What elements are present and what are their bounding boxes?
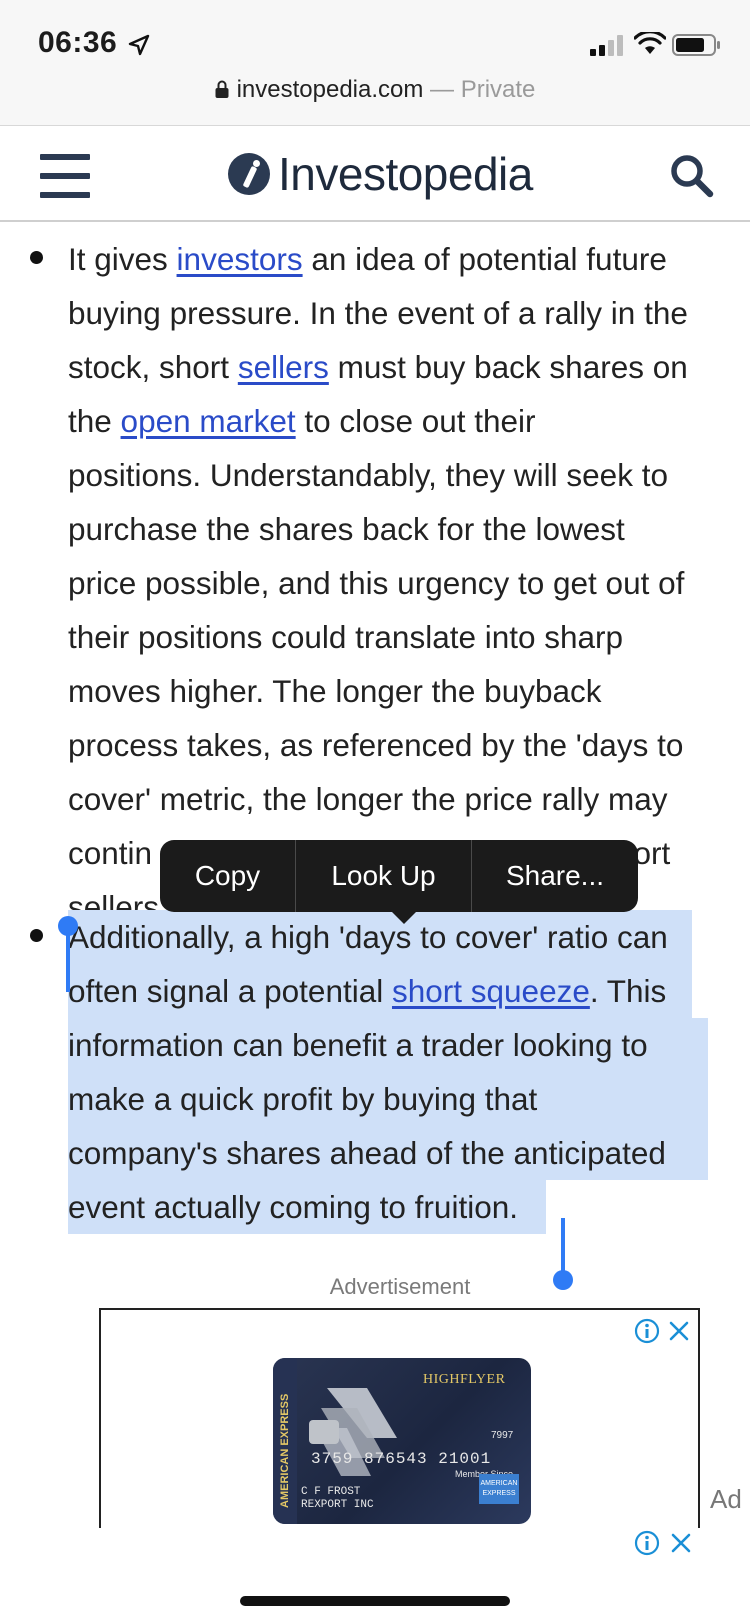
url-separator: —: [423, 76, 461, 103]
bullet-paragraph-2[interactable]: Additionally, a high 'days to cover' rat…: [68, 910, 750, 1234]
ad-tag: Ad: [710, 1484, 742, 1514]
credit-card-image: AMERICAN EXPRESS HIGHFLYER 7997 3759 876…: [273, 1358, 531, 1524]
ad-close-icon[interactable]: [666, 1318, 692, 1344]
card-code: 7997: [491, 1430, 514, 1441]
card-number: 3759 876543 21001: [311, 1450, 492, 1468]
text-line: their positions could translate into sha…: [68, 619, 624, 655]
url-domain: investopedia.com: [236, 76, 424, 103]
text-line: moves higher. The longer the buyback: [68, 673, 602, 709]
bullet-paragraph-1: It gives investors an idea of potential …: [68, 232, 750, 934]
hamburger-menu-icon[interactable]: [40, 154, 90, 198]
card-issuer: AMERICAN EXPRESS: [279, 1393, 291, 1508]
selection-end-handle[interactable]: [553, 1218, 573, 1290]
home-indicator[interactable]: [240, 1596, 510, 1606]
wifi-icon: [634, 32, 666, 54]
list-bullet: [30, 251, 43, 264]
ad-info-icon[interactable]: [634, 1530, 660, 1556]
article-body: It gives investors an idea of potential …: [0, 224, 750, 1274]
browsing-mode: Private: [460, 76, 536, 103]
text-line: information can benefit a trader looking…: [68, 1018, 750, 1072]
text-selection-menu: Copy Look Up Share...: [160, 840, 638, 912]
copy-menu-item[interactable]: Copy: [160, 840, 296, 912]
article-link[interactable]: short squeeze: [392, 973, 590, 1009]
card-brand: HIGHFLYER: [423, 1372, 506, 1387]
text-line: stock, short sellers must buy back share…: [68, 349, 688, 385]
text-line: cover' metric, the longer the price rall…: [68, 781, 668, 817]
article-link[interactable]: sellers: [238, 349, 329, 385]
text-line: It gives investors an idea of potential …: [68, 241, 667, 277]
text-line: company's shares ahead of the anticipate…: [68, 1126, 750, 1180]
site-header: Investopedia: [0, 126, 750, 222]
text-line: process takes, as referenced by the 'day…: [68, 727, 684, 763]
article-link[interactable]: open market: [121, 403, 296, 439]
logo-text: Investopedia: [278, 148, 533, 200]
advertisement-label: Advertisement: [329, 1274, 471, 1299]
url-bar[interactable]: investopedia.com — Private: [0, 76, 750, 104]
location-arrow-icon: [128, 34, 150, 56]
ad-info-icon[interactable]: [634, 1318, 660, 1344]
share-menu-item[interactable]: Share...: [472, 840, 638, 912]
ad-close-icon[interactable]: [668, 1530, 694, 1556]
card-chip: [309, 1420, 339, 1444]
lock-icon: [215, 80, 229, 98]
look-up-menu-item[interactable]: Look Up: [296, 840, 472, 912]
article-link[interactable]: investors: [177, 241, 303, 277]
text-line: make a quick profit by buying that: [68, 1072, 750, 1126]
battery-icon: [672, 34, 720, 56]
text-line: the open market to close out their: [68, 403, 536, 439]
text-line: purchase the shares back for the lowest: [68, 511, 625, 547]
browser-chrome: 06:36 investopedia.com — Private: [0, 0, 750, 126]
amex-logo: AMERICAN EXPRESS: [479, 1474, 519, 1504]
signal-icon: [590, 35, 623, 56]
menu-pointer: [390, 910, 418, 924]
status-time: 06:36: [38, 26, 118, 59]
text-line: buying pressure. In the event of a rally…: [68, 295, 688, 331]
list-bullet: [30, 929, 43, 942]
site-logo[interactable]: Investopedia: [228, 146, 533, 202]
text-line: event actually coming to fruition.: [68, 1180, 750, 1234]
text-line: positions. Understandably, they will see…: [68, 457, 668, 493]
logo-mark-icon: [228, 153, 270, 195]
selection-start-handle[interactable]: [58, 916, 78, 992]
text-line: price possible, and this urgency to get …: [68, 565, 685, 601]
card-holder: C F FROST REXPORT INC: [301, 1486, 374, 1511]
ad-banner[interactable]: AMERICAN EXPRESS HIGHFLYER 7997 3759 876…: [99, 1308, 700, 1528]
text-line: often signal a potential short squeeze. …: [68, 964, 750, 1018]
search-icon[interactable]: [668, 152, 714, 198]
